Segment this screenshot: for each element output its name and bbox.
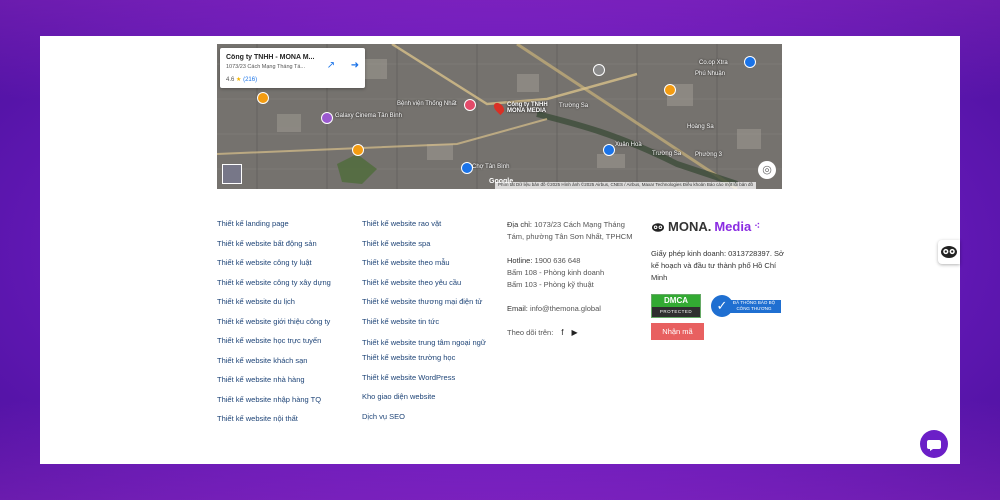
open-external-icon[interactable]: ↗ (323, 58, 339, 74)
brand-info: MONA. Media ⁖ Giấy phép kinh doanh: 03137… (651, 219, 791, 340)
floating-panda-widget[interactable] (938, 240, 960, 264)
poi-pin-icon[interactable] (593, 64, 605, 76)
footer-link[interactable]: Kho giao diện website (362, 392, 502, 402)
map-label-phunhuan: Phú Nhuận (695, 71, 726, 77)
moit-text: ĐÃ THÔNG BÁO BỘ CÔNG THƯƠNG (727, 300, 781, 313)
trust-badges: DMCA PROTECTED ĐÃ THÔNG BÁO BỘ CÔNG THƯƠ… (651, 294, 791, 318)
check-icon: ✓ (711, 295, 733, 317)
footer-link[interactable]: Thiết kế website theo yêu cầu (362, 278, 502, 288)
footer-link[interactable]: Thiết kế website trung tâm ngoại ngữ (362, 336, 502, 349)
footer-link[interactable]: Thiết kế website tin tức (362, 317, 502, 327)
mona-media-logo[interactable]: MONA. Media ⁖ (651, 219, 791, 234)
email-label: Email: (507, 304, 528, 313)
email-block: Email: info@themona.global (507, 303, 642, 315)
sales-ext: Bấm 108 - Phòng kinh doanh (507, 268, 605, 277)
footer-link[interactable]: Thiết kế website nhà hàng (217, 375, 357, 385)
map-layer-toggle[interactable] (222, 164, 242, 184)
footer-link[interactable]: Dịch vụ SEO (362, 412, 502, 422)
business-license: Giấy phép kinh doanh: 0313728397. Sở kế … (651, 249, 784, 282)
map-label-chotanbinh: Chợ Tân Bình (472, 164, 510, 170)
footer-link[interactable]: Thiết kế website khách sạn (217, 356, 357, 366)
footer-link[interactable]: Thiết kế landing page (217, 219, 357, 229)
chat-button[interactable] (920, 430, 948, 458)
place-address: 1073/23 Cách Mạng Tháng Tá... (226, 64, 305, 70)
chat-bubble-icon (927, 440, 941, 451)
footer-link[interactable]: Thiết kế website WordPress (362, 373, 502, 383)
store-pin-icon[interactable] (744, 56, 756, 68)
address-block: Địa chỉ: 1073/23 Cách Mạng Tháng Tám, ph… (507, 219, 642, 243)
hotline-label: Hotline: (507, 256, 533, 265)
map-label-truongsa-2: Trường Sa (652, 151, 682, 157)
map-label-hospital: Bệnh viện Thống Nhất (397, 101, 457, 107)
footer-link[interactable]: Thiết kế website công ty luật (217, 258, 357, 268)
my-location-icon[interactable]: ◎ (758, 161, 776, 179)
youtube-icon[interactable]: ▶ (572, 327, 578, 339)
footer-link[interactable]: Thiết kế website du lịch (217, 297, 357, 307)
embedded-map[interactable]: Công ty TNHH - MONA M... 1073/23 Cách Mạ… (217, 44, 782, 189)
address-label: Địa chỉ: (507, 220, 533, 229)
map-label-galaxy: Galaxy Cinema Tân Bình (335, 113, 402, 119)
hotline-value[interactable]: 1900 636 648 (535, 256, 581, 265)
email-value[interactable]: info@themona.global (530, 304, 601, 313)
footer-link[interactable]: Thiết kế website học trực tuyến (217, 336, 357, 346)
map-label-truongsa: Trường Sa (559, 103, 589, 109)
hotline-block: Hotline: 1900 636 648 Bấm 108 - Phòng ki… (507, 255, 642, 291)
footer-links-col-2: Thiết kế website rao vặt Thiết kế websit… (362, 219, 502, 431)
dmca-text: DMCA (652, 295, 700, 307)
map-label-hoangsa: Hoàng Sa (687, 124, 714, 130)
review-count[interactable]: (216) (243, 77, 257, 83)
place-title[interactable]: Công ty TNHH - MONA M... (226, 54, 316, 61)
panda-logo-icon (652, 222, 664, 232)
footer-link[interactable]: Thiết kế website công ty xây dựng (217, 278, 357, 288)
panda-icon (941, 246, 957, 258)
cinema-pin-icon[interactable] (321, 112, 333, 124)
share-dots-icon: ⁖ (754, 221, 761, 232)
directions-icon[interactable]: ➜ (347, 58, 363, 74)
footer-panel: Công ty TNHH - MONA M... 1073/23 Cách Mạ… (40, 36, 960, 464)
map-label-xuanhoa: Xuân Hoà (615, 142, 642, 148)
shop-pin-icon[interactable] (603, 144, 615, 156)
footer-link[interactable]: Thiết kế website spa (362, 239, 502, 249)
hospital-pin-icon[interactable] (464, 99, 476, 111)
moit-registered-badge[interactable]: ĐÃ THÔNG BÁO BỘ CÔNG THƯƠNG ✓ (711, 295, 781, 317)
place-card[interactable]: Công ty TNHH - MONA M... 1073/23 Cách Mạ… (220, 48, 365, 88)
rating-value: 4.6 (226, 77, 235, 83)
tech-ext: Bấm 103 - Phòng kỹ thuật (507, 280, 594, 289)
food-pin-icon[interactable] (352, 144, 364, 156)
map-label-phuong3: Phường 3 (695, 152, 722, 158)
market-pin-icon[interactable] (461, 162, 473, 174)
logo-text-b: Media (714, 219, 752, 234)
footer-link[interactable]: Thiết kế website nội thất (217, 414, 357, 424)
dmca-protected-text: PROTECTED (659, 309, 693, 314)
footer-link[interactable]: Thiết kế website rao vặt (362, 219, 502, 229)
map-attribution: Phím tắt Dữ liệu bản đồ ©2025 Hình ảnh ©… (495, 182, 756, 189)
dmca-badge[interactable]: DMCA PROTECTED (651, 294, 701, 318)
place-rating: 4.6 ★ (216) (226, 76, 257, 83)
logo-text-a: MONA. (668, 219, 712, 234)
footer-link[interactable]: Thiết kế website trường học (362, 353, 502, 363)
get-code-button[interactable]: Nhận mã (651, 323, 704, 340)
cafe-pin-icon[interactable] (664, 84, 676, 96)
map-label-mona: Công ty TNHH MONA MEDIA (507, 102, 548, 114)
footer-link[interactable]: Thiết kế website nhập hàng TQ (217, 395, 357, 405)
footer-link[interactable]: Thiết kế website thương mại điện tử (362, 297, 502, 307)
contact-info: Địa chỉ: 1073/23 Cách Mạng Tháng Tám, ph… (507, 219, 642, 339)
footer-link[interactable]: Thiết kế website bất động sản (217, 239, 357, 249)
footer-links-col-1: Thiết kế landing page Thiết kế website b… (217, 219, 357, 434)
restaurant-pin-icon[interactable] (257, 92, 269, 104)
footer-link[interactable]: Thiết kế website theo mẫu (362, 258, 502, 268)
footer-link[interactable]: Thiết kế website giới thiệu công ty (217, 317, 357, 327)
facebook-icon[interactable]: f (561, 327, 563, 339)
map-label-coop: Co.op Xtra (699, 60, 728, 66)
follow-label: Theo dõi trên: (507, 328, 554, 337)
social-row: Theo dõi trên: f ▶ (507, 327, 642, 339)
star-icon: ★ (236, 77, 242, 83)
